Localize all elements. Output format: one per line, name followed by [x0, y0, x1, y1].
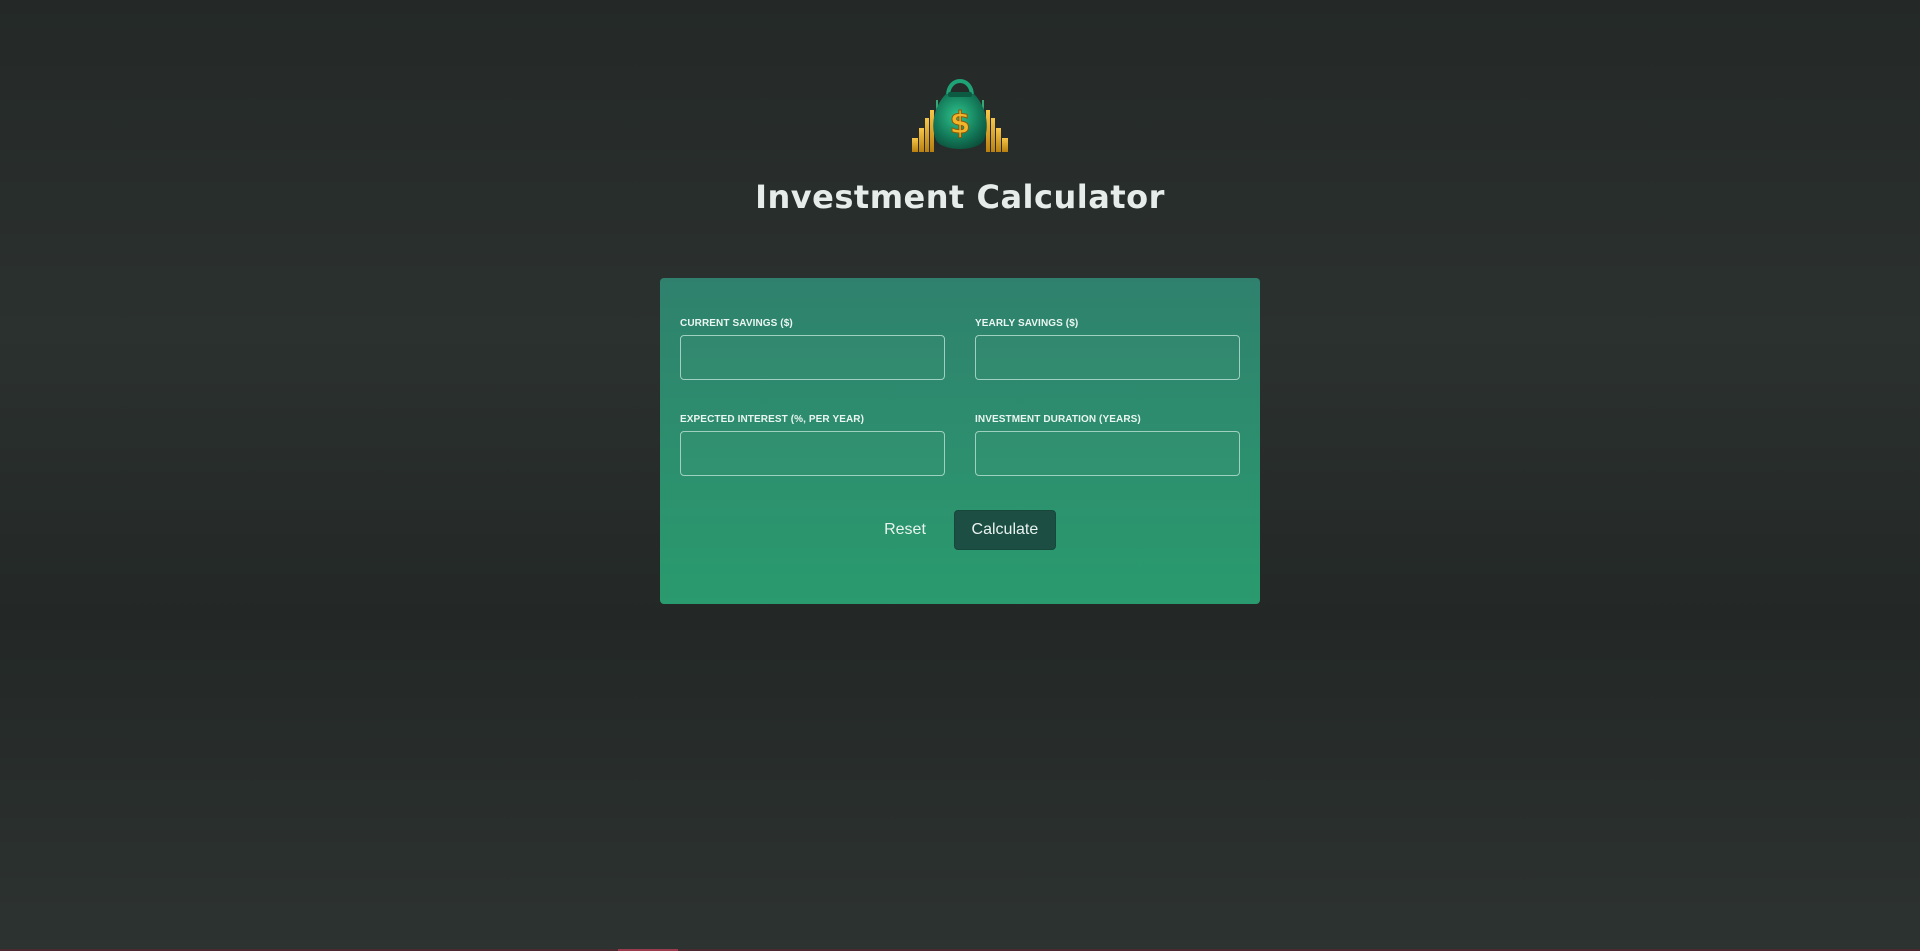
expected-interest-label: EXPECTED INTEREST (%, PER YEAR)	[680, 414, 865, 425]
investment-duration-input[interactable]	[975, 431, 1240, 476]
calculate-button[interactable]: Calculate	[953, 510, 1056, 550]
field-expected-interest: EXPECTED INTEREST (%, PER YEAR)	[680, 414, 945, 476]
form-row: EXPECTED INTEREST (%, PER YEAR) INVESTME…	[680, 414, 1240, 476]
form-actions: Reset Calculate	[680, 510, 1240, 550]
page-title: Investment Calculator	[755, 178, 1165, 216]
field-current-savings: CURRENT SAVINGS ($)	[680, 318, 945, 380]
expected-interest-input[interactable]	[680, 431, 945, 476]
reset-button[interactable]: Reset	[864, 510, 946, 550]
current-savings-input[interactable]	[680, 335, 945, 380]
svg-text:$: $	[950, 106, 971, 141]
investment-form: CURRENT SAVINGS ($) YEARLY SAVINGS ($) E…	[660, 278, 1260, 604]
money-bag-icon: $	[910, 70, 1010, 154]
form-row: CURRENT SAVINGS ($) YEARLY SAVINGS ($)	[680, 318, 1240, 380]
current-savings-label: CURRENT SAVINGS ($)	[680, 318, 793, 329]
investment-duration-label: INVESTMENT DURATION (YEARS)	[975, 414, 1141, 425]
field-investment-duration: INVESTMENT DURATION (YEARS)	[975, 414, 1240, 476]
yearly-savings-input[interactable]	[975, 335, 1240, 380]
field-yearly-savings: YEARLY SAVINGS ($)	[975, 318, 1240, 380]
yearly-savings-label: YEARLY SAVINGS ($)	[975, 318, 1079, 329]
